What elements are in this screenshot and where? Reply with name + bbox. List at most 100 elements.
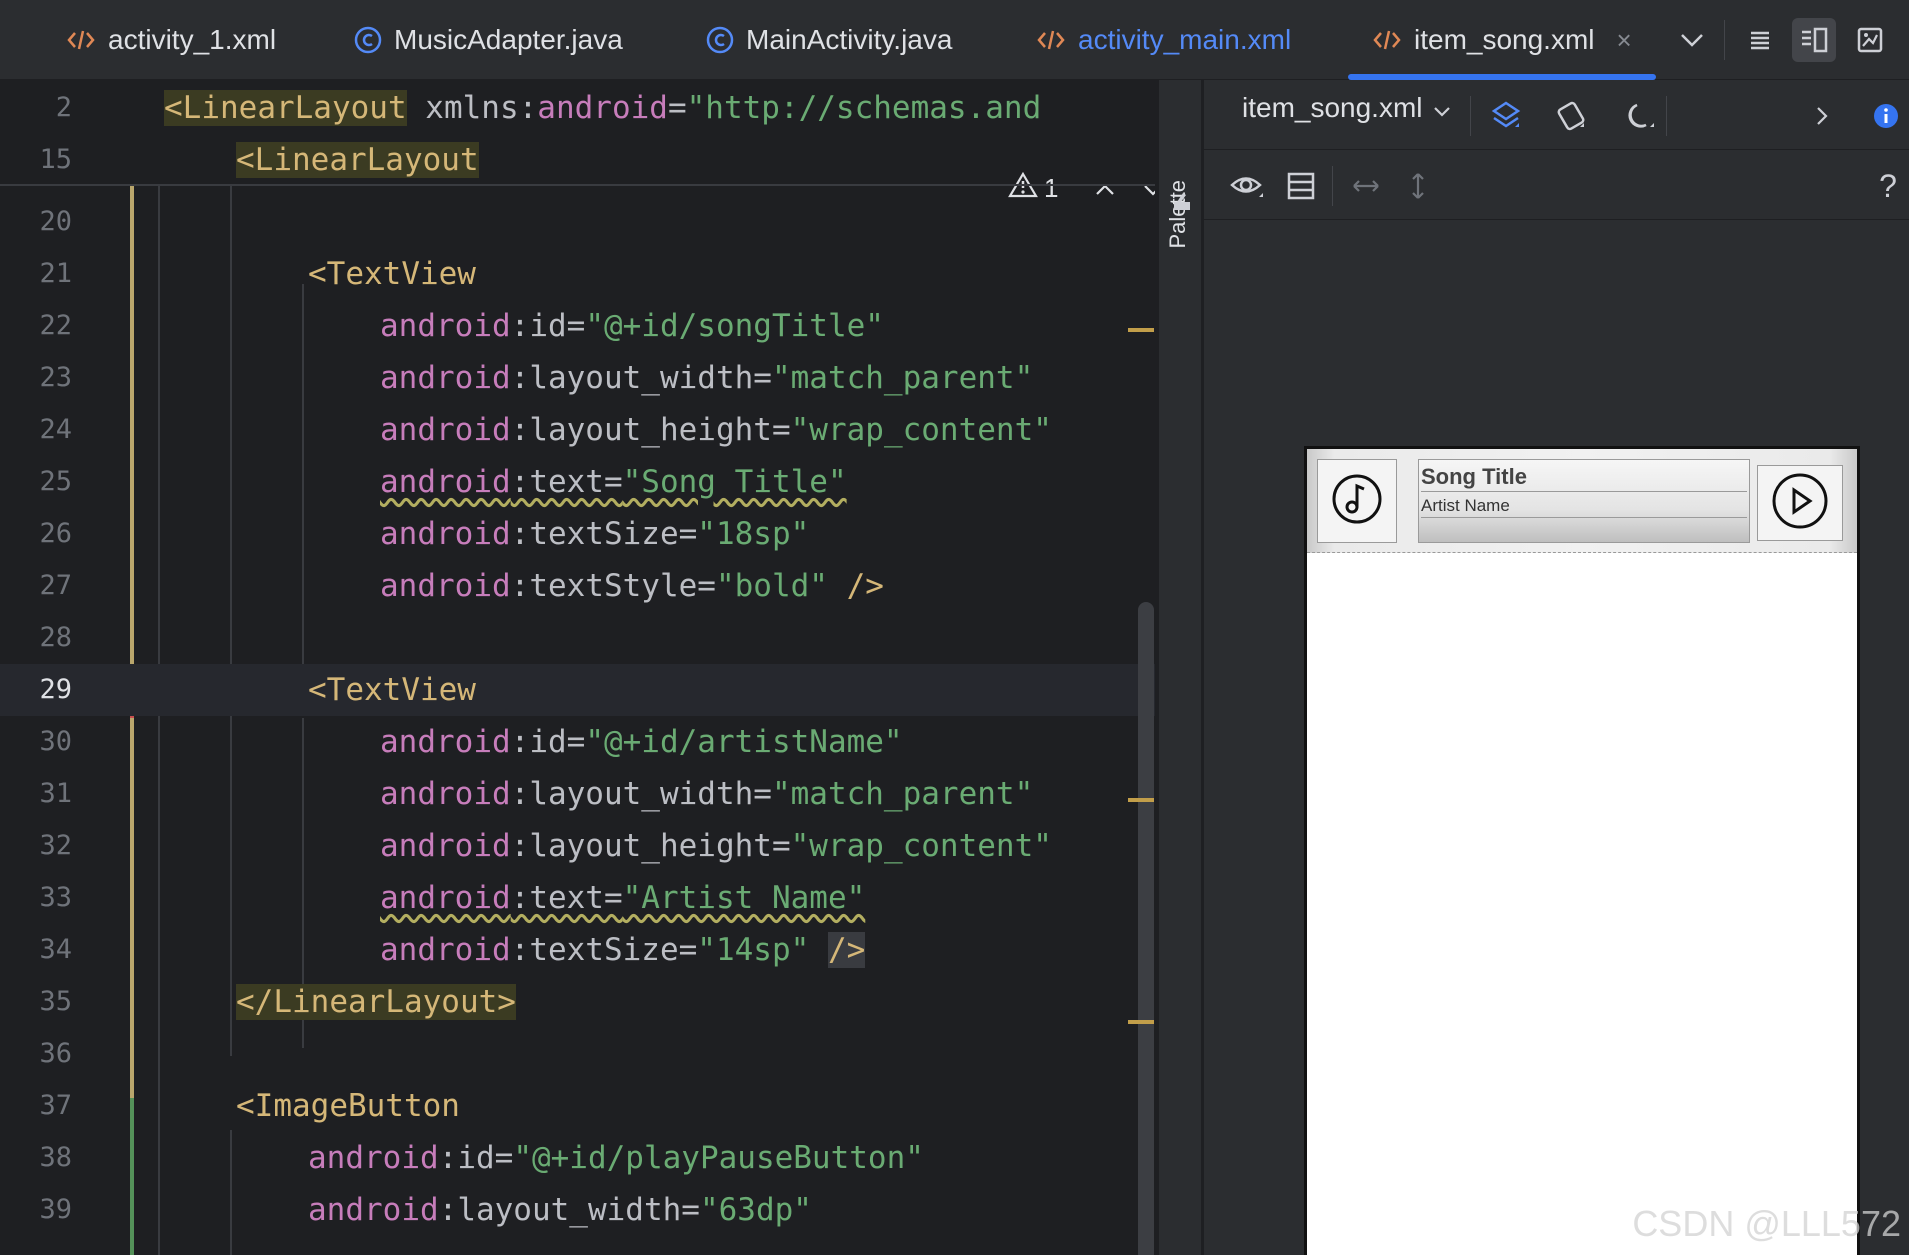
tab-label: activity_main.xml bbox=[1078, 24, 1292, 55]
song-title-text[interactable]: Song Title bbox=[1421, 462, 1747, 492]
tab-activity-1-xml[interactable]: activity_1.xml bbox=[66, 0, 276, 80]
vertical-scrollbar[interactable] bbox=[1138, 602, 1154, 1255]
album-art-image[interactable] bbox=[1317, 459, 1397, 543]
split-view-icon[interactable] bbox=[1792, 18, 1836, 62]
toolbar-divider bbox=[1666, 96, 1667, 136]
code-text-hardcoded-warning: android:text="Artist Name" bbox=[380, 880, 866, 916]
design-toolbar-top: item_song.xml bbox=[1204, 80, 1909, 150]
editor-tab-bar: activity_1.xml MusicAdapter.java MainAct… bbox=[0, 0, 1909, 80]
tab-label: item_song.xml bbox=[1414, 24, 1595, 55]
line-number: 23 bbox=[39, 362, 72, 393]
warning-stripe-marker[interactable] bbox=[1128, 1020, 1154, 1024]
code-line-26[interactable]: 26 android:textSize="18sp" bbox=[0, 508, 1155, 560]
line-number: 25 bbox=[39, 466, 72, 497]
layout-file-name: item_song.xml bbox=[1242, 92, 1423, 123]
play-icon bbox=[1771, 472, 1829, 535]
code-text: <LinearLayout xmlns:android="http://sche… bbox=[164, 90, 1042, 126]
code-view-icon[interactable] bbox=[1738, 18, 1782, 62]
code-text: android:layout_height="wrap_content" bbox=[380, 828, 1052, 864]
code-line-25[interactable]: 25 android:text="Song Title" bbox=[0, 456, 1155, 508]
code-text: <LinearLayout bbox=[236, 142, 479, 178]
code-line-29-current[interactable]: 29 <TextView bbox=[0, 664, 1155, 716]
code-line-36[interactable]: 36 bbox=[0, 1028, 1155, 1080]
blueprint-icon[interactable] bbox=[1279, 164, 1323, 208]
code-line-34[interactable]: 34 android:textSize="14sp" /> bbox=[0, 924, 1155, 976]
line-number: 26 bbox=[39, 518, 72, 549]
warning-stripe-marker[interactable] bbox=[1128, 328, 1154, 332]
code-text: android:id="@+id/artistName" bbox=[380, 724, 903, 760]
code-line-20[interactable]: 20 bbox=[0, 196, 1155, 248]
line-number: 2 bbox=[55, 92, 72, 123]
line-number: 15 bbox=[39, 144, 72, 175]
toolbar-divider bbox=[1332, 166, 1333, 206]
layout-file-dropdown[interactable]: item_song.xml bbox=[1242, 92, 1451, 124]
java-class-icon bbox=[354, 26, 382, 54]
sticky-line-2[interactable]: 2 <LinearLayout xmlns:android="http://sc… bbox=[0, 82, 1155, 134]
xml-file-icon bbox=[1036, 28, 1066, 52]
code-text: android:textSize="18sp" bbox=[380, 516, 810, 552]
code-editor[interactable]: 2 <LinearLayout xmlns:android="http://sc… bbox=[0, 80, 1155, 1255]
warning-stripe-marker[interactable] bbox=[1128, 798, 1154, 802]
code-line-35[interactable]: 35 </LinearLayout> bbox=[0, 976, 1155, 1028]
code-text: <TextView bbox=[308, 672, 476, 708]
code-text: android:layout_width="match_parent" bbox=[380, 776, 1034, 812]
vertical-resize-icon[interactable] bbox=[1396, 164, 1440, 208]
tab-label: activity_1.xml bbox=[108, 24, 277, 55]
artist-name-text[interactable]: Artist Name bbox=[1421, 494, 1747, 518]
line-number: 31 bbox=[39, 778, 72, 809]
orientation-icon[interactable] bbox=[1549, 94, 1593, 138]
chevron-down-icon[interactable] bbox=[1670, 18, 1714, 62]
palette-tool-strip[interactable]: Palette bbox=[1158, 80, 1202, 1255]
code-line-22[interactable]: 22 android:id="@+id/songTitle" bbox=[0, 300, 1155, 352]
code-text: android:layout_width="63dp" bbox=[308, 1192, 812, 1228]
code-line-38[interactable]: 38 android:id="@+id/playPauseButton" bbox=[0, 1132, 1155, 1184]
song-text-container[interactable]: Song Title Artist Name bbox=[1418, 459, 1750, 543]
line-number: 39 bbox=[39, 1194, 72, 1225]
code-line-24[interactable]: 24 android:layout_height="wrap_content" bbox=[0, 404, 1155, 456]
help-icon[interactable]: ? bbox=[1870, 164, 1906, 208]
tab-main-activity-java[interactable]: MainActivity.java bbox=[706, 0, 952, 80]
close-tab-icon[interactable]: × bbox=[1617, 25, 1632, 56]
device-preview[interactable]: Song Title Artist Name bbox=[1304, 446, 1860, 1255]
code-line-28[interactable]: 28 bbox=[0, 612, 1155, 664]
java-class-icon bbox=[706, 26, 734, 54]
song-item-row[interactable]: Song Title Artist Name bbox=[1307, 449, 1857, 553]
night-mode-icon[interactable] bbox=[1619, 94, 1663, 138]
design-surface-icon[interactable] bbox=[1484, 94, 1528, 138]
horizontal-resize-icon[interactable] bbox=[1344, 164, 1388, 208]
code-line-31[interactable]: 31 android:layout_width="match_parent" bbox=[0, 768, 1155, 820]
eye-icon[interactable] bbox=[1226, 164, 1270, 208]
chevron-down-icon bbox=[1433, 92, 1451, 124]
chevron-right-icon[interactable] bbox=[1804, 98, 1840, 134]
preview-canvas[interactable]: Song Title Artist Name bbox=[1204, 220, 1909, 1255]
info-icon[interactable] bbox=[1868, 98, 1904, 134]
line-number: 20 bbox=[39, 206, 72, 237]
code-line-37[interactable]: 37 <ImageButton bbox=[0, 1080, 1155, 1132]
play-pause-button[interactable] bbox=[1757, 465, 1843, 541]
code-line-33[interactable]: 33 android:text="Artist Name" bbox=[0, 872, 1155, 924]
line-number: 32 bbox=[39, 830, 72, 861]
code-text: <TextView bbox=[308, 256, 476, 292]
code-line-32[interactable]: 32 android:layout_height="wrap_content" bbox=[0, 820, 1155, 872]
music-note-icon bbox=[1331, 473, 1383, 530]
sticky-lines-separator bbox=[0, 184, 1155, 186]
tab-label: MusicAdapter.java bbox=[394, 24, 623, 55]
code-line-27[interactable]: 27 android:textStyle="bold" /> bbox=[0, 560, 1155, 612]
line-number: 34 bbox=[39, 934, 72, 965]
tab-activity-main-xml[interactable]: activity_main.xml bbox=[1036, 0, 1291, 80]
tab-music-adapter-java[interactable]: MusicAdapter.java bbox=[354, 0, 623, 80]
code-line-23[interactable]: 23 android:layout_width="match_parent" bbox=[0, 352, 1155, 404]
line-number: 24 bbox=[39, 414, 72, 445]
design-view-icon[interactable] bbox=[1848, 18, 1892, 62]
code-line-21[interactable]: 21 <TextView bbox=[0, 248, 1155, 300]
code-line-39[interactable]: 39 android:layout_width="63dp" bbox=[0, 1184, 1155, 1236]
watermark: CSDN @LLL572 bbox=[1632, 1203, 1901, 1244]
sticky-line-15[interactable]: 15 <LinearLayout bbox=[0, 134, 1155, 186]
palette-icon bbox=[1171, 190, 1193, 217]
tab-item-song-xml[interactable]: item_song.xml × bbox=[1348, 0, 1656, 80]
toolbar-divider bbox=[1724, 20, 1725, 60]
code-line-30[interactable]: 30 android:id="@+id/artistName" bbox=[0, 716, 1155, 768]
tab-label: MainActivity.java bbox=[746, 24, 953, 55]
design-toolbar-secondary: ? bbox=[1204, 150, 1909, 220]
xml-file-icon bbox=[1372, 28, 1402, 52]
